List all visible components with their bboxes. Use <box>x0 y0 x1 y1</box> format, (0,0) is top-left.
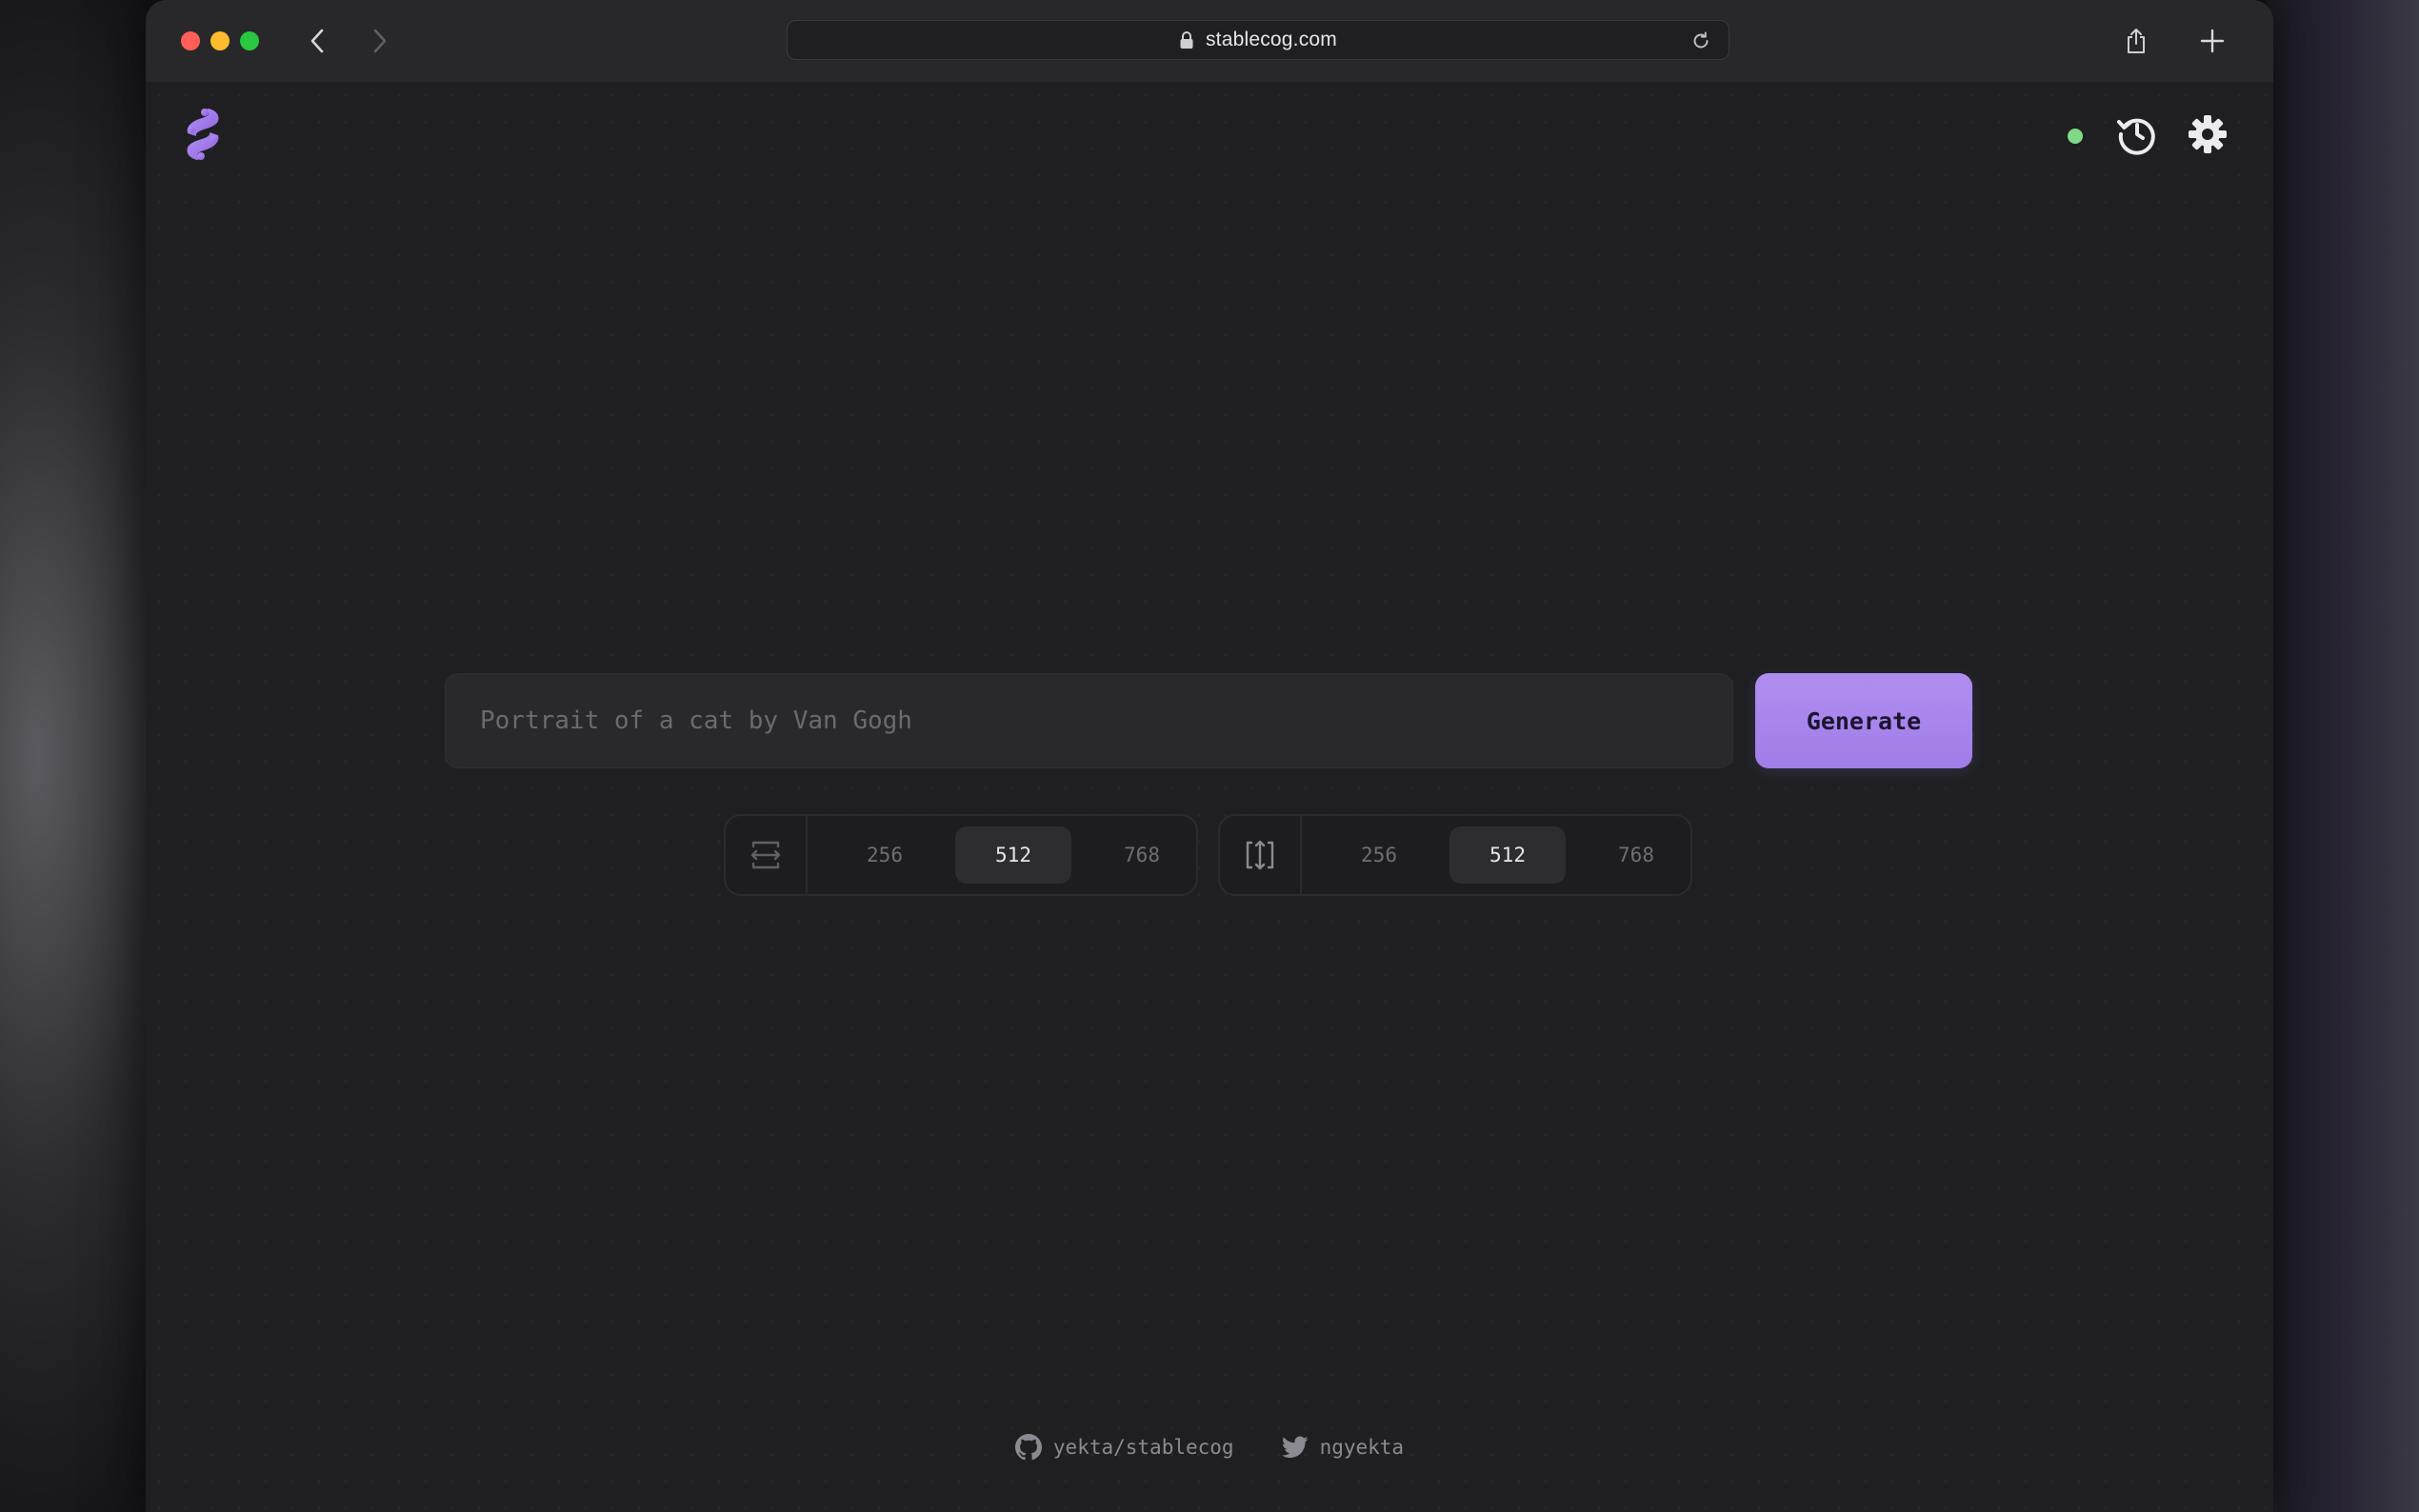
stablecog-logo[interactable] <box>184 107 222 162</box>
github-icon <box>1014 1434 1042 1461</box>
back-button[interactable] <box>300 23 334 59</box>
height-arrows-icon <box>1246 840 1274 870</box>
github-link[interactable]: yekta/stablecog <box>1014 1434 1234 1461</box>
twitter-link-label: ngyekta <box>1319 1436 1405 1459</box>
twitter-icon <box>1281 1436 1309 1458</box>
prompt-input[interactable] <box>445 673 1733 768</box>
width-option-768[interactable]: 768 <box>1084 826 1200 884</box>
settings-button[interactable] <box>2184 110 2231 158</box>
width-option-256[interactable]: 256 <box>827 826 943 884</box>
history-button[interactable] <box>2113 110 2161 158</box>
github-link-label: yekta/stablecog <box>1052 1436 1234 1459</box>
height-option-512[interactable]: 512 <box>1449 826 1566 884</box>
height-option-768[interactable]: 768 <box>1578 826 1694 884</box>
plus-icon <box>2200 29 2225 53</box>
history-icon <box>2117 118 2155 155</box>
zoom-window-button[interactable] <box>240 31 259 50</box>
width-selector: 256 512 768 <box>724 814 1198 896</box>
server-status-indicator <box>2068 129 2083 144</box>
share-button[interactable] <box>2119 23 2153 59</box>
chevron-left-icon <box>310 29 324 53</box>
close-window-button[interactable] <box>181 31 200 50</box>
generate-button[interactable]: Generate <box>1755 673 1972 768</box>
width-arrows-icon <box>750 841 781 869</box>
lock-icon <box>1180 31 1193 49</box>
height-option-256[interactable]: 256 <box>1321 826 1437 884</box>
new-tab-button[interactable] <box>2195 23 2229 59</box>
minimize-window-button[interactable] <box>210 31 230 50</box>
width-icon-cell <box>726 816 808 894</box>
gear-icon <box>2189 115 2227 153</box>
footer: yekta/stablecog ngyekta <box>146 1428 2273 1466</box>
share-icon <box>2128 29 2145 53</box>
desktop-backdrop-right <box>2267 0 2419 1512</box>
width-option-512[interactable]: 512 <box>955 826 1071 884</box>
address-bar[interactable]: stablecog.com <box>787 20 1729 60</box>
reload-icon[interactable] <box>1690 30 1711 51</box>
height-icon-cell <box>1220 816 1302 894</box>
browser-window: stablecog.com Portrait of a cat by Van G… <box>146 0 2273 1512</box>
url-text: stablecog.com <box>1205 29 1337 50</box>
twitter-link[interactable]: ngyekta <box>1281 1436 1405 1459</box>
forward-button[interactable] <box>363 23 397 59</box>
chevron-right-icon <box>373 29 387 53</box>
browser-toolbar: stablecog.com <box>146 0 2273 83</box>
page-content: Generate 256 512 768 256 512 768 <box>146 82 2273 1512</box>
height-selector: 256 512 768 <box>1218 814 1692 896</box>
